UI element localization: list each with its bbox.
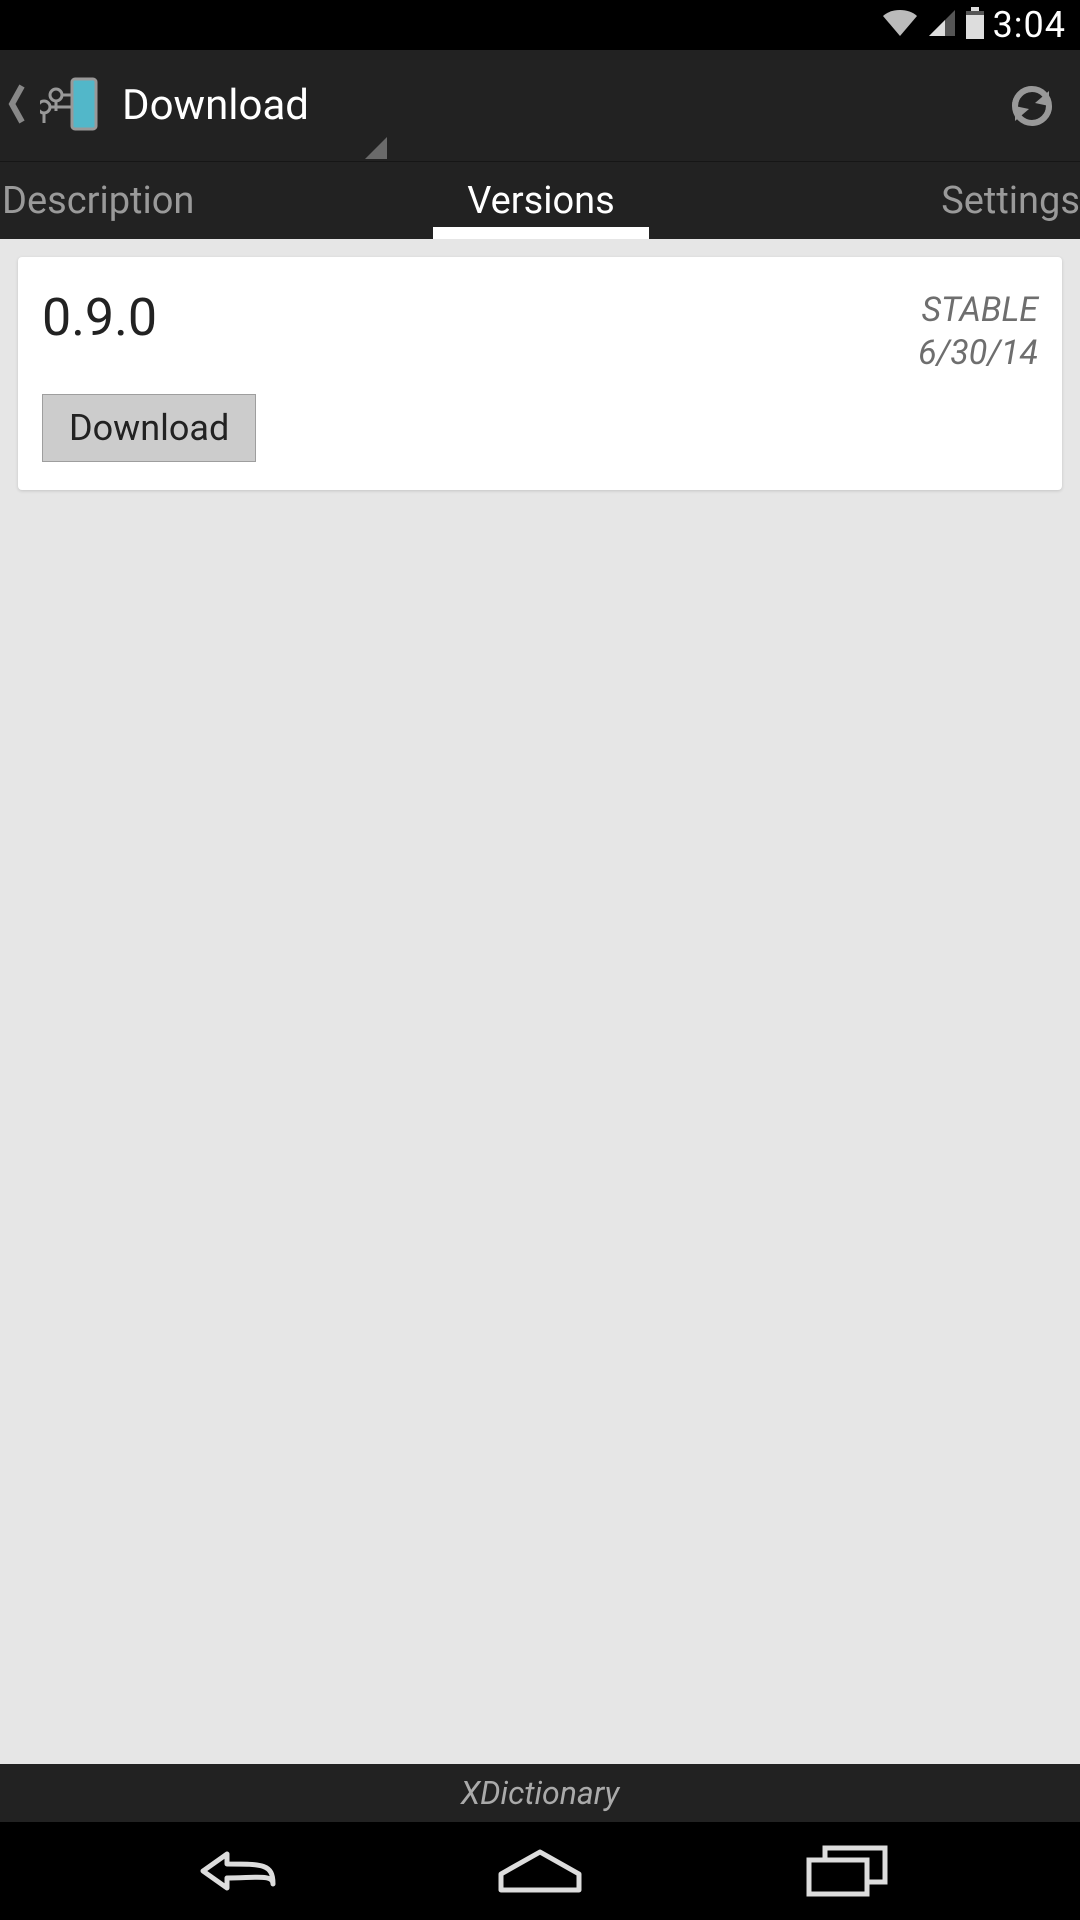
nav-recent-button[interactable]: [787, 1836, 907, 1906]
version-channel: STABLE: [918, 289, 1038, 332]
version-number: 0.9.0: [42, 287, 157, 348]
back-icon: [183, 1844, 283, 1898]
navigation-bar: [0, 1822, 1080, 1920]
tab-label: Description: [2, 179, 194, 223]
tabs: Description Versions Settings: [0, 161, 1080, 239]
module-name: XDictionary: [461, 1774, 620, 1812]
app-bar: Download: [0, 50, 1080, 161]
download-button[interactable]: Download: [42, 394, 256, 462]
content-area: 0.9.0 STABLE 6/30/14 Download: [0, 239, 1080, 1764]
refresh-icon: [1007, 81, 1057, 131]
xposed-app-icon: [40, 73, 102, 139]
tab-settings[interactable]: Settings: [721, 162, 1080, 239]
tab-label: Settings: [941, 179, 1080, 223]
wifi-icon: [881, 8, 919, 42]
dropdown-indicator-icon[interactable]: [365, 137, 387, 159]
home-icon: [495, 1846, 585, 1896]
nav-back-button[interactable]: [173, 1836, 293, 1906]
cell-signal-icon: [927, 8, 957, 42]
tab-versions[interactable]: Versions: [361, 162, 720, 239]
status-time: 3:04: [993, 4, 1066, 46]
tab-description[interactable]: Description: [0, 162, 361, 239]
back-chevron-icon: [8, 82, 26, 130]
battery-icon: [965, 7, 985, 43]
status-bar: 3:04: [0, 0, 1080, 50]
version-date: 6/30/14: [918, 332, 1038, 375]
page-title[interactable]: Download: [122, 81, 309, 130]
tab-label: Versions: [467, 179, 615, 223]
refresh-button[interactable]: [1002, 76, 1062, 136]
app-bar-nav[interactable]: [8, 73, 102, 139]
nav-home-button[interactable]: [480, 1836, 600, 1906]
version-meta: STABLE 6/30/14: [918, 289, 1038, 374]
version-card-header: 0.9.0 STABLE 6/30/14: [42, 287, 1038, 374]
recent-apps-icon: [805, 1844, 889, 1898]
version-card[interactable]: 0.9.0 STABLE 6/30/14 Download: [18, 257, 1062, 490]
module-name-footer: XDictionary: [0, 1764, 1080, 1822]
